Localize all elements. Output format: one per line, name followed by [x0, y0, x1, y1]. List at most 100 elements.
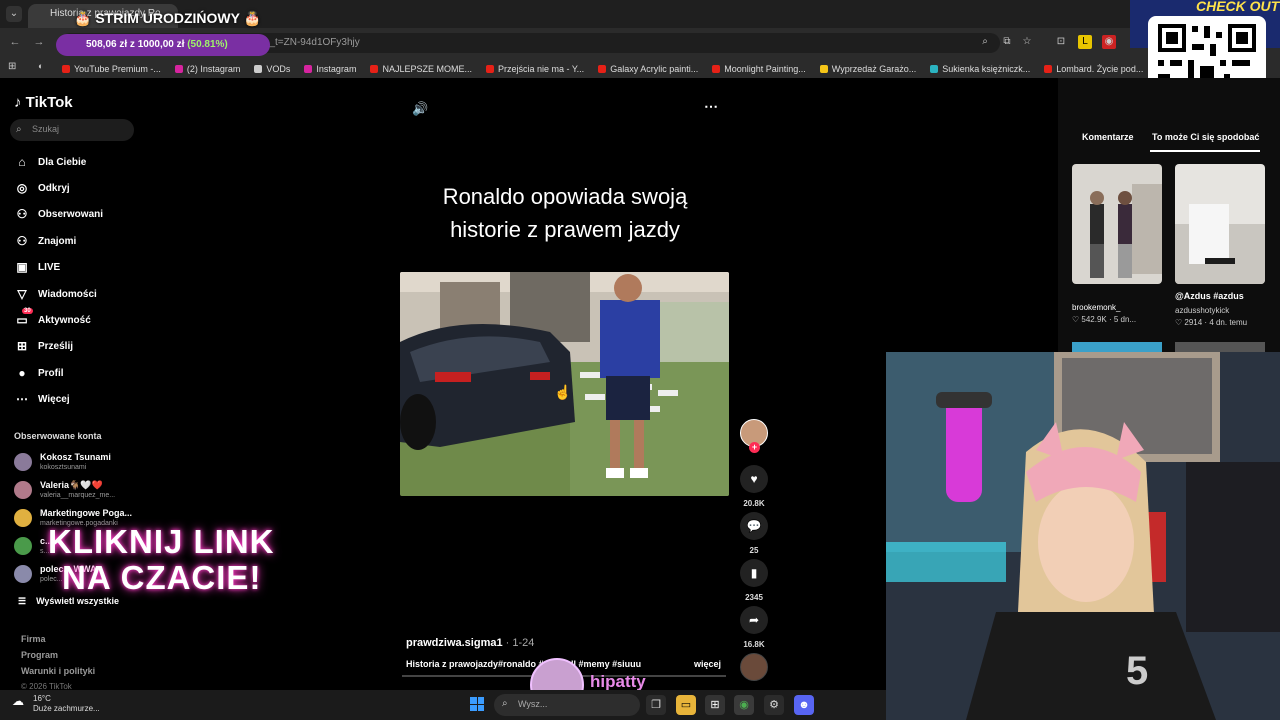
- sidebar-item-label: Odkryj: [38, 182, 70, 194]
- follow-plus-icon[interactable]: +: [749, 442, 760, 453]
- bookmark-item[interactable]: Moonlight Painting...: [712, 60, 806, 78]
- sidebar-item-prześlij[interactable]: ⊞ Prześlij: [14, 336, 154, 356]
- forward-icon[interactable]: →: [32, 35, 46, 49]
- following-icon: ⚇: [16, 207, 28, 221]
- discord-icon[interactable]: ☻: [794, 695, 814, 715]
- weather-widget[interactable]: 16°C Duże zachmurze...: [33, 694, 100, 714]
- sidebar-item-profil[interactable]: ● Profil: [14, 363, 154, 383]
- show-all-button[interactable]: ☰ Wyświetl wszystkie: [18, 596, 119, 607]
- windows-start-icon[interactable]: [470, 697, 484, 711]
- bookmark-star-icon[interactable]: ☆: [1020, 35, 1034, 49]
- sidebar-item-aktywność[interactable]: ▭ Aktywność 30: [14, 308, 154, 330]
- music-disc-icon[interactable]: [740, 653, 768, 681]
- bookmark-item[interactable]: VODs: [254, 60, 290, 78]
- extension-red-icon[interactable]: ◉: [1102, 35, 1116, 49]
- zoom-icon[interactable]: ⌕: [978, 35, 992, 49]
- bookmark-item[interactable]: (2) Instagram: [174, 60, 240, 78]
- tab-recommended[interactable]: To może Ci się spodobać: [1152, 132, 1259, 142]
- bookmark-item[interactable]: YouTube Premium -...: [62, 60, 161, 78]
- share-icon[interactable]: ➦: [740, 606, 768, 634]
- creator-name[interactable]: prawdziwa.sigma1: [406, 637, 503, 649]
- task-view-icon[interactable]: ❐: [646, 695, 666, 715]
- followed-account[interactable]: Valeria🐐🤍❤️ valeria__marquez_me...: [14, 477, 134, 503]
- bookmark-item[interactable]: Sukienka księżniczk...: [930, 60, 1030, 78]
- tab-search-button[interactable]: ⌄: [6, 6, 22, 22]
- file-explorer-icon[interactable]: ▭: [676, 695, 696, 715]
- tiktok-logo[interactable]: ♪ TikTok: [14, 94, 73, 111]
- footer-link-firma[interactable]: Firma: [21, 634, 46, 644]
- bookmark-favicon-icon: [370, 65, 379, 73]
- save-action[interactable]: ▮ 2345: [740, 559, 768, 602]
- qr-banner-text: CHECK OUT: [1196, 0, 1280, 14]
- sidebar-item-dla-ciebie[interactable]: ⌂ Dla Ciebie: [14, 152, 154, 172]
- sidebar-item-wiadomości[interactable]: ▽ Wiadomości: [14, 284, 154, 304]
- weather-temp: 16°C: [33, 694, 51, 703]
- bookmark-favicon-icon: [62, 65, 70, 73]
- sidebar-item-więcej[interactable]: ⋯ Więcej: [14, 389, 154, 409]
- list-icon: ☰: [18, 596, 27, 606]
- bookmark-label: YouTube Premium -...: [74, 64, 161, 74]
- promo-line-1: KLIKNIJ LINK: [48, 523, 275, 560]
- thumb-2-title[interactable]: @Azdus #azdus: [1175, 290, 1244, 302]
- heart-icon[interactable]: ♥: [740, 465, 768, 493]
- notification-badge: 30: [22, 308, 33, 314]
- sidebar-item-label: Dla Ciebie: [38, 156, 87, 168]
- more-link[interactable]: więcej: [694, 659, 721, 669]
- account-name: Kokosz Tsunami: [40, 452, 111, 462]
- store-icon[interactable]: ⊞: [705, 695, 725, 715]
- apps-grid-icon[interactable]: ⊞: [8, 61, 16, 72]
- followed-account[interactable]: Kokosz Tsunami kokosztsunami: [14, 449, 134, 475]
- bookmark-item[interactable]: Przejścia nie ma - Y...: [485, 60, 584, 78]
- bookmark-item[interactable]: Galaxy Acrylic painti...: [598, 60, 698, 78]
- install-icon[interactable]: ⧉: [1000, 35, 1014, 49]
- bookmark-icon[interactable]: ▮: [740, 559, 768, 587]
- like-action[interactable]: ♥ 20.8K: [740, 465, 768, 508]
- more-icon: ⋯: [16, 392, 28, 406]
- sidebar-item-odkryj[interactable]: ◎ Odkryj: [14, 178, 154, 198]
- video-creator[interactable]: prawdziwa.sigma1 · 1-24: [406, 637, 534, 649]
- recommended-thumb-1[interactable]: [1072, 164, 1162, 284]
- sidebar-item-label: LIVE: [38, 261, 61, 273]
- avatar: [14, 509, 32, 527]
- comment-count: 25: [749, 546, 759, 555]
- share-action[interactable]: ➦ 16.8K: [740, 606, 768, 649]
- taskbar-search[interactable]: Wysz...: [494, 694, 640, 716]
- recommended-thumb-4[interactable]: [1175, 342, 1265, 352]
- back-icon[interactable]: ←: [8, 35, 22, 49]
- sidebar-item-obserwowani[interactable]: ⚇ Obserwowani: [14, 204, 154, 224]
- bookmark-label: Wyprzedaż Garażo...: [831, 64, 917, 74]
- bookmark-label: Galaxy Acrylic painti...: [610, 64, 699, 74]
- recommended-thumb-2[interactable]: [1175, 164, 1265, 284]
- more-options-icon[interactable]: ⋯: [704, 98, 718, 115]
- search-input[interactable]: Szukaj: [10, 119, 134, 141]
- extension-l-icon[interactable]: L: [1078, 35, 1092, 49]
- bookmark-favicon-icon: [819, 65, 828, 73]
- thumb-1-user[interactable]: brookemonk_: [1072, 302, 1120, 314]
- footer-link-terms[interactable]: Warunki i polityki: [21, 666, 95, 676]
- comment-action[interactable]: 💬 25: [740, 512, 768, 555]
- comment-icon[interactable]: 💬: [740, 512, 768, 540]
- bookmark-label: VODs: [266, 64, 291, 74]
- compass-icon: ◎: [16, 181, 28, 195]
- chrome-icon[interactable]: ◐: [38, 61, 43, 71]
- bookmark-item[interactable]: NAJLEPSZE MOME...: [370, 60, 472, 78]
- recommended-thumb-3[interactable]: [1072, 342, 1162, 352]
- sidebar-item-live[interactable]: ▣ LIVE: [14, 257, 154, 277]
- share-count: 16.8K: [743, 640, 765, 649]
- streamer-name: hipatty: [590, 672, 646, 691]
- bookmark-favicon-icon: [598, 65, 607, 73]
- bookmark-item[interactable]: Wyprzedaż Garażo...: [819, 60, 917, 78]
- bookmark-favicon-icon: [485, 65, 494, 73]
- thumb-2-user[interactable]: azdusshotykick: [1175, 305, 1229, 317]
- volume-icon[interactable]: 🔊: [412, 101, 428, 117]
- chrome-taskbar-icon[interactable]: ◉: [734, 695, 754, 715]
- sidebar-item-znajomi[interactable]: ⚇ Znajomi: [14, 231, 154, 251]
- bookmark-item[interactable]: Instagram: [304, 60, 356, 78]
- footer-link-program[interactable]: Program: [21, 650, 58, 660]
- extension-icon[interactable]: ⊡: [1054, 35, 1068, 49]
- account-name: Marketingowe Poga...: [40, 508, 133, 518]
- settings-icon[interactable]: ⚙: [764, 695, 784, 715]
- promo-line-2: NA CZACIE!: [62, 559, 262, 596]
- tab-comments[interactable]: Komentarze: [1082, 132, 1134, 142]
- bookmark-item[interactable]: Lombard. Życie pod...: [1044, 60, 1143, 78]
